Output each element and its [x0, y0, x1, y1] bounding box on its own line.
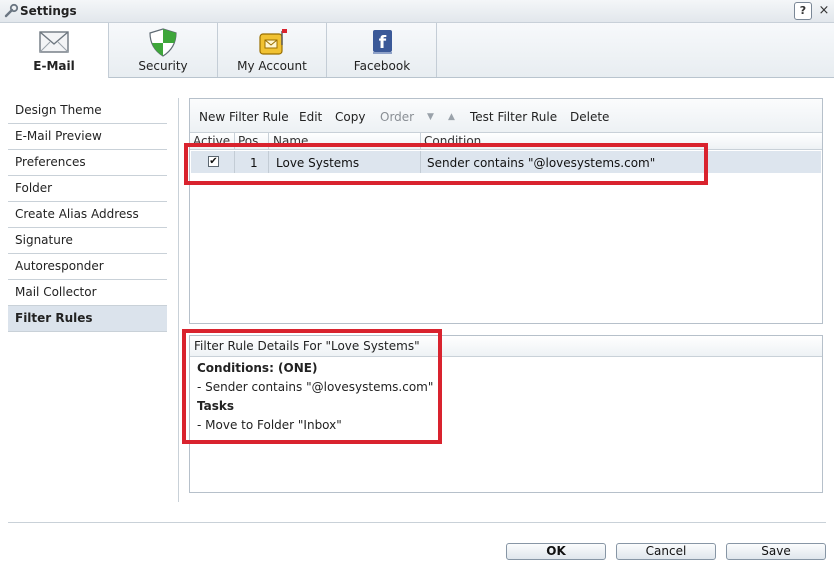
order-label: Order	[380, 110, 415, 124]
sidebar-item-signature[interactable]: Signature	[8, 228, 167, 254]
category-tabs: E-Mail Security My Account f Facebook	[0, 23, 834, 78]
tab-facebook[interactable]: f Facebook	[328, 23, 437, 77]
title-bar: Settings ? ×	[0, 0, 834, 23]
tab-label: My Account	[237, 59, 307, 73]
test-filter-rule-button[interactable]: Test Filter Rule	[470, 110, 557, 124]
sidebar-divider	[178, 98, 179, 502]
facebook-icon: f	[373, 30, 392, 54]
save-button[interactable]: Save	[726, 543, 826, 560]
close-button[interactable]: ×	[817, 3, 831, 19]
sidebar-item-folder[interactable]: Folder	[8, 176, 167, 202]
highlight-box-rule-row	[184, 143, 708, 185]
envelope-icon	[39, 31, 69, 53]
tab-my-account[interactable]: My Account	[218, 23, 327, 77]
tab-email[interactable]: E-Mail	[0, 23, 109, 78]
sidebar-item-create-alias-address[interactable]: Create Alias Address	[8, 202, 167, 228]
sidebar-item-preferences[interactable]: Preferences	[8, 150, 167, 176]
sidebar-item-autoresponder[interactable]: Autoresponder	[8, 254, 167, 280]
filter-rules-panel: New Filter Rule Edit Copy Order ▼ ▲ Test…	[189, 98, 823, 324]
tab-label: E-Mail	[33, 59, 75, 73]
move-up-icon[interactable]: ▲	[448, 112, 455, 122]
sidebar-item-email-preview[interactable]: E-Mail Preview	[8, 124, 167, 150]
edit-button[interactable]: Edit	[299, 110, 322, 124]
move-down-icon[interactable]: ▼	[427, 112, 434, 122]
tab-label: Facebook	[353, 59, 411, 73]
footer-divider	[8, 522, 826, 523]
new-filter-rule-button[interactable]: New Filter Rule	[199, 110, 289, 124]
wrench-icon	[4, 3, 19, 18]
window-title: Settings	[20, 4, 77, 18]
filter-toolbar: New Filter Rule Edit Copy Order ▼ ▲ Test…	[190, 99, 822, 132]
sidebar-item-mail-collector[interactable]: Mail Collector	[8, 280, 167, 306]
highlight-box-details	[182, 329, 442, 444]
tab-security[interactable]: Security	[109, 23, 218, 77]
shield-icon	[149, 28, 177, 57]
delete-button[interactable]: Delete	[570, 110, 609, 124]
help-button[interactable]: ?	[794, 2, 812, 20]
mailbox-icon	[259, 29, 287, 55]
copy-button[interactable]: Copy	[335, 110, 365, 124]
tab-label: Security	[138, 59, 188, 73]
ok-button[interactable]: OK	[506, 543, 606, 560]
sidebar-item-filter-rules[interactable]: Filter Rules	[8, 306, 167, 332]
svg-text:f: f	[379, 33, 387, 53]
sidebar-item-design-theme[interactable]: Design Theme	[8, 98, 167, 124]
cancel-button[interactable]: Cancel	[616, 543, 716, 560]
settings-sidebar: Design Theme E-Mail Preview Preferences …	[8, 98, 167, 332]
